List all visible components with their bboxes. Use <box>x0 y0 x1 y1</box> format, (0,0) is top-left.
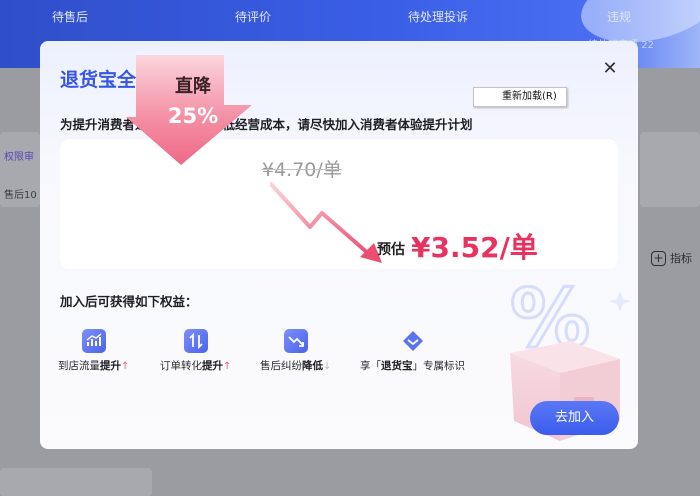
price-drop-percent: 25% <box>167 104 219 128</box>
estimate-label: 预估 <box>377 242 405 258</box>
arrow-up-icon: ↑ <box>121 361 130 372</box>
price-drop-label: 直降 <box>175 76 211 97</box>
benefit-badge: 享「退货宝」专属标识 <box>360 329 465 373</box>
benefit-dispute: 售后纠纷降低↓ <box>260 329 331 373</box>
modal-subtitle: 为提升消费者退换货体验，降低经营成本，请尽快加入消费者体验提升计划 <box>60 117 473 132</box>
benefit-conversion-bold: 提升 <box>202 360 223 372</box>
bg-tab-violations: 违规 <box>607 10 632 24</box>
benefit-conversion: 订单转化提升↑ <box>160 329 231 373</box>
conversion-arrows-icon <box>183 329 208 353</box>
benefit-dispute-bold: 降低 <box>302 360 323 372</box>
benefit-badge-bold: 退货宝 <box>381 360 413 372</box>
return-insurance-modal: 退货宝全新上线 ✕ 重新加载(R) 为提升消费者退换货体验，降低经营成本，请尽快… <box>40 41 638 449</box>
close-button[interactable]: ✕ <box>600 59 620 79</box>
benefit-traffic: 到店流量提升↑ <box>58 329 129 373</box>
benefit-dispute-prefix: 售后纠纷 <box>260 360 302 372</box>
benefit-badge-suffix: 」专属标识 <box>412 360 466 372</box>
benefit-conversion-prefix: 订单转化 <box>160 360 202 372</box>
bg-metric-button: + 指标 <box>651 250 692 266</box>
plus-square-icon: + <box>651 250 666 266</box>
new-price: ¥3.52/单 <box>411 231 538 264</box>
benefit-traffic-prefix: 到店流量 <box>58 360 100 372</box>
bg-permission-text: 权限审 <box>4 152 34 163</box>
benefit-traffic-bold: 提升 <box>100 360 121 372</box>
bg-card <box>0 468 152 496</box>
close-icon: ✕ <box>602 58 618 79</box>
join-button[interactable]: 去加入 <box>530 401 619 435</box>
bg-metric-label: 指标 <box>670 252 692 265</box>
bg-sales-text: 售后10 <box>4 190 37 201</box>
reload-tooltip: 重新加载(R) <box>473 87 567 107</box>
traffic-chart-icon <box>81 329 106 353</box>
bg-tab-after-sale: 待售后 <box>52 10 89 24</box>
benefits-title: 加入后可获得如下权益： <box>60 294 198 309</box>
bg-card <box>640 132 700 207</box>
bg-tab-to-review: 待评价 <box>235 10 272 24</box>
dispute-down-icon <box>283 329 308 353</box>
badge-heart-icon <box>401 329 425 353</box>
bg-tab-complaints: 待处理投诉 <box>408 10 469 24</box>
benefit-badge-prefix: 享「 <box>360 360 381 372</box>
arrow-up-icon: ↑ <box>223 361 232 372</box>
arrow-down-icon: ↓ <box>323 361 332 372</box>
